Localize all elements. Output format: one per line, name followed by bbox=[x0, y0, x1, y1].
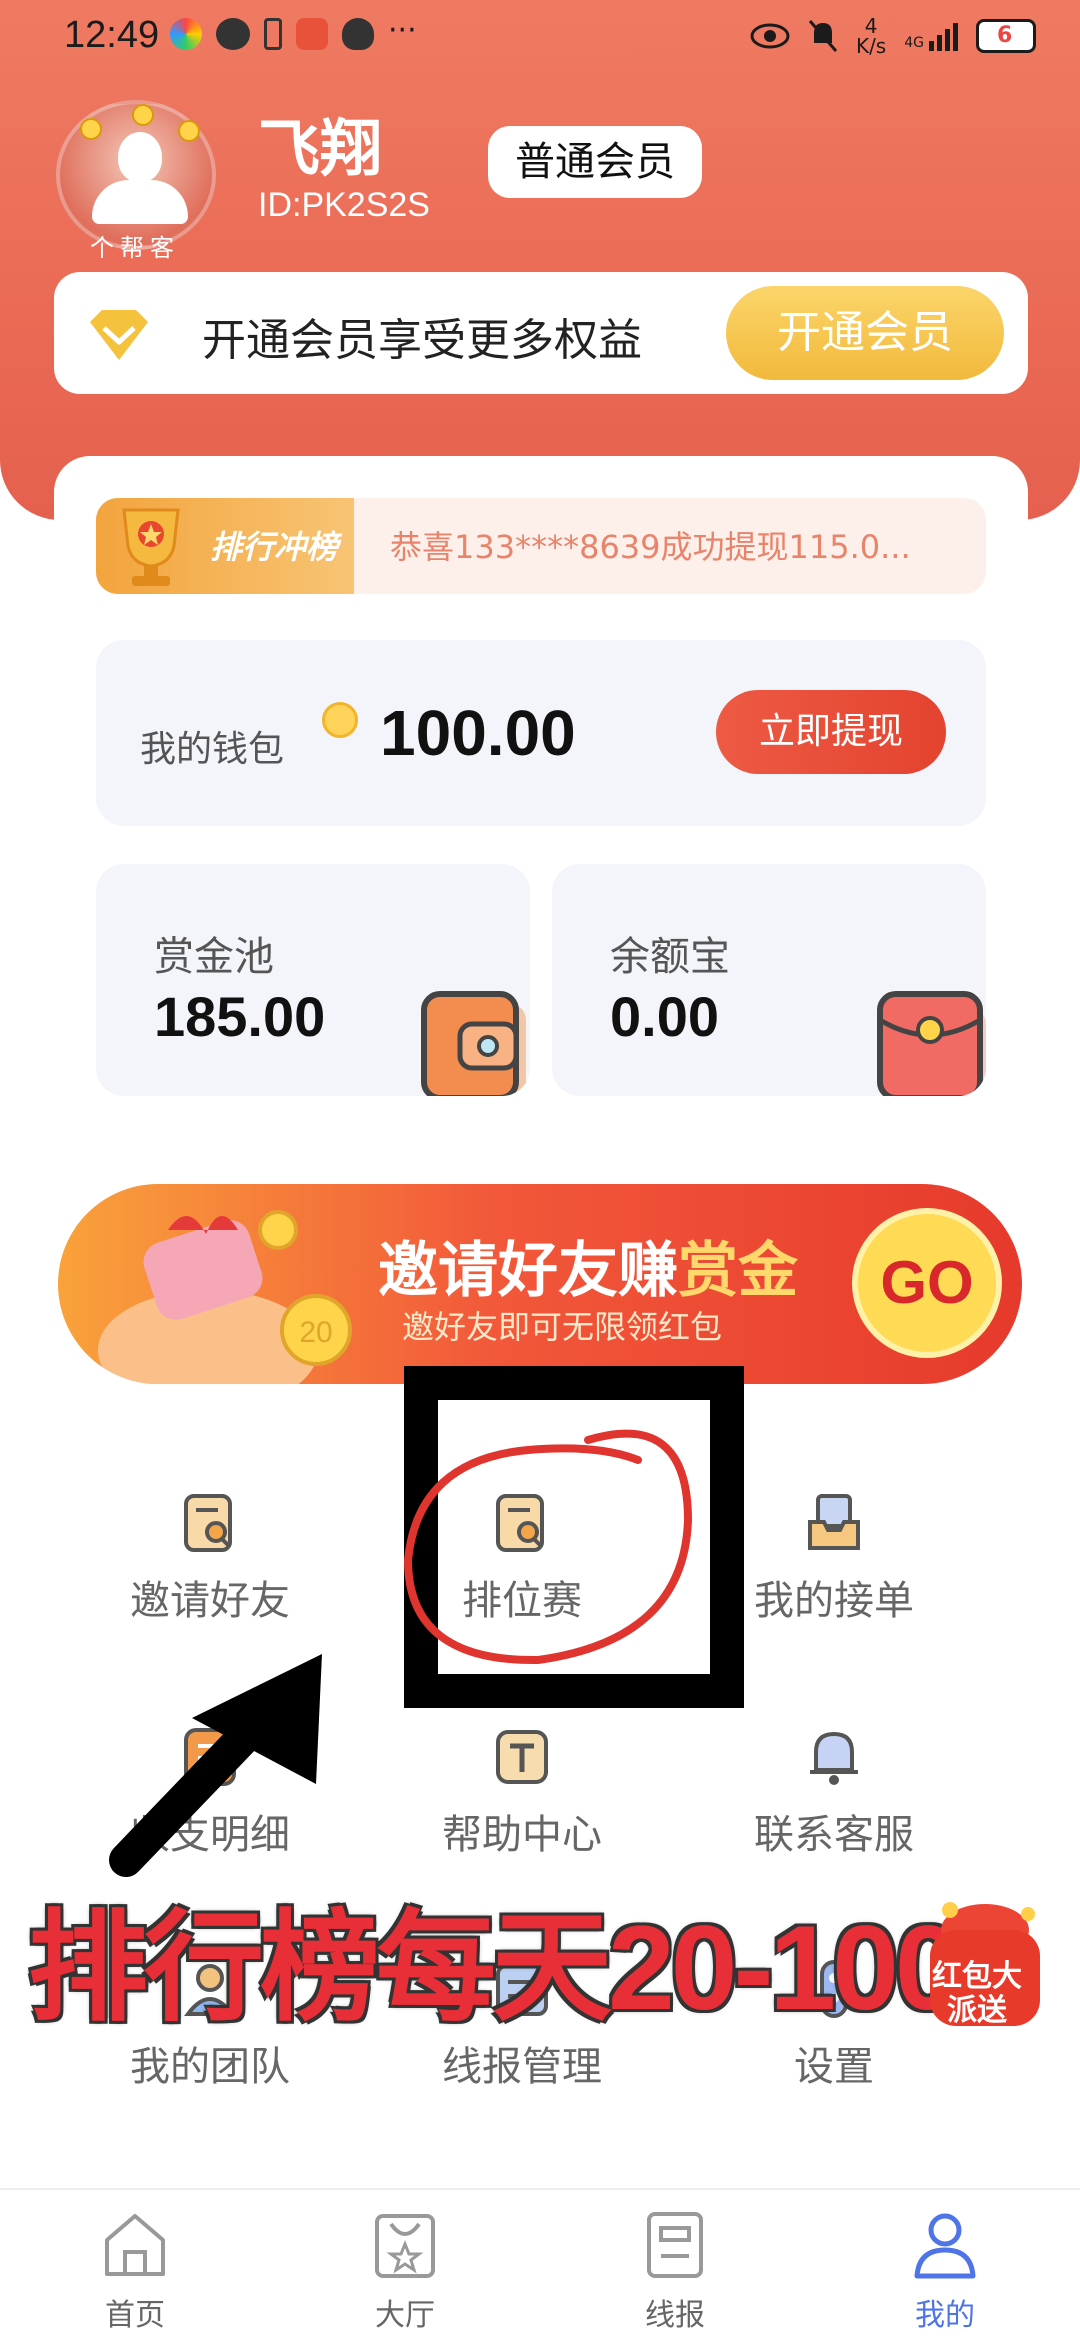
wallet-icon bbox=[421, 991, 526, 1096]
document-search-icon bbox=[184, 1494, 232, 1552]
app-root: 12:49 ··· 4 K/s 4G 6 个帮客 飞翔 ID:PK2S2S 普通… bbox=[0, 0, 1080, 2340]
diamond-icon bbox=[90, 310, 148, 360]
bottom-tab-bar: 首页 大厅 线报 我的 bbox=[0, 2188, 1080, 2340]
annotation-overlay-text: 排行榜每天20-100 bbox=[28, 1901, 962, 2035]
balance-treasure-value: 0.00 bbox=[610, 985, 719, 1048]
eye-icon bbox=[750, 23, 790, 49]
home-icon bbox=[105, 2214, 165, 2276]
net-speed: 4 K/s bbox=[856, 16, 886, 56]
balance-treasure-title: 余额宝 bbox=[610, 934, 730, 980]
grid-item-contact-service[interactable]: 联系客服 bbox=[684, 1726, 984, 1886]
coin-label: 20 bbox=[299, 1316, 332, 1349]
ranking-news-text: 恭喜133****8639成功提现115.0... bbox=[390, 528, 911, 566]
ranking-ticker[interactable]: 排行冲榜 恭喜133****8639成功提现115.0... bbox=[96, 498, 986, 594]
phone-icon bbox=[264, 18, 282, 50]
coin-icon bbox=[322, 702, 358, 738]
app-notification-icon bbox=[170, 18, 202, 50]
status-bar: 12:49 ··· 4 K/s 4G 6 bbox=[0, 0, 1080, 80]
bounty-pool-title: 赏金池 bbox=[154, 934, 274, 980]
inbox-icon bbox=[808, 1494, 860, 1550]
user-id: ID:PK2S2S bbox=[258, 186, 430, 224]
network-type: 4G bbox=[904, 35, 924, 51]
hall-icon bbox=[375, 2214, 435, 2278]
net-speed-value: 4 bbox=[864, 14, 878, 38]
tab-news[interactable]: 线报 bbox=[540, 2190, 810, 2340]
member-level-badge: 普通会员 bbox=[488, 126, 702, 198]
open-membership-button[interactable]: 开通会员 bbox=[726, 286, 1004, 380]
profile-icon bbox=[914, 2213, 976, 2279]
invite-friends-banner[interactable]: 20 邀请好友赚赏金 邀好友即可无限领红包 GO bbox=[58, 1184, 1022, 1384]
username: 飞翔 bbox=[258, 112, 383, 185]
balance-treasure-card[interactable]: 余额宝 0.00 bbox=[552, 864, 986, 1096]
go-label: GO bbox=[880, 1249, 974, 1316]
gift-box-icon: 20 bbox=[98, 1210, 352, 1384]
tab-label: 首页 bbox=[105, 2298, 165, 2333]
mute-bell-icon bbox=[808, 20, 838, 52]
tab-label: 线报 bbox=[645, 2298, 705, 2333]
bounty-pool-card[interactable]: 赏金池 185.00 bbox=[96, 864, 530, 1096]
tab-label: 我的 bbox=[915, 2298, 975, 2333]
battery-icon: 6 bbox=[976, 19, 1036, 53]
news-icon bbox=[647, 2212, 703, 2278]
invite-title-b: 赏金 bbox=[678, 1236, 798, 1306]
invite-subtitle: 邀好友即可无限领红包 bbox=[402, 1308, 723, 1346]
trophy-icon bbox=[122, 508, 180, 586]
wallet-card: 我的钱包 100.00 立即提现 bbox=[96, 640, 986, 826]
ranking-tag: 排行冲榜 bbox=[96, 498, 354, 594]
bell-icon bbox=[810, 1731, 858, 1785]
go-button[interactable]: GO bbox=[852, 1208, 1002, 1358]
app-badge-icon bbox=[296, 18, 328, 50]
wechat-icon bbox=[216, 18, 250, 50]
annotation-arrow bbox=[109, 1654, 322, 1877]
battery-level: 6 bbox=[997, 23, 1013, 48]
bounty-pool-value: 185.00 bbox=[154, 985, 326, 1048]
more-notifications-icon: ··· bbox=[388, 13, 417, 48]
tab-mine[interactable]: 我的 bbox=[810, 2190, 1080, 2340]
invite-title-a: 邀请好友赚 bbox=[378, 1236, 678, 1306]
red-envelope-icon bbox=[877, 991, 986, 1096]
invite-title: 邀请好友赚赏金 bbox=[378, 1222, 798, 1309]
avatar[interactable]: 个帮客 bbox=[56, 100, 216, 262]
help-t-icon bbox=[496, 1730, 548, 1784]
status-time: 12:49 bbox=[64, 14, 160, 56]
tab-home[interactable]: 首页 bbox=[0, 2190, 270, 2340]
net-speed-unit: K/s bbox=[855, 34, 887, 58]
annotation-circle bbox=[403, 1429, 693, 1665]
grid-item-help-center[interactable]: 帮助中心 bbox=[372, 1726, 672, 1886]
avatar-label: 个帮客 bbox=[90, 234, 180, 262]
ranking-tag-label: 排行冲榜 bbox=[210, 528, 339, 566]
wallet-amount: 100.00 bbox=[380, 697, 576, 769]
withdraw-button[interactable]: 立即提现 bbox=[716, 690, 946, 774]
status-right: 4 K/s 4G 6 bbox=[750, 16, 1036, 56]
signal-icon: 4G bbox=[904, 21, 958, 51]
grid-label: 帮助中心 bbox=[442, 1812, 602, 1858]
grid-label: 邀请好友 bbox=[130, 1578, 290, 1624]
qq-icon bbox=[342, 18, 374, 50]
wallet-label: 我的钱包 bbox=[140, 729, 285, 770]
tab-label: 大厅 bbox=[375, 2298, 435, 2333]
grid-label: 联系客服 bbox=[754, 1812, 914, 1858]
tab-hall[interactable]: 大厅 bbox=[270, 2190, 540, 2340]
red-envelope-promo-text: 红包大派送 bbox=[932, 1959, 1022, 2028]
vip-promo-text: 开通会员享受更多权益 bbox=[202, 315, 642, 366]
notification-icons: ··· bbox=[170, 13, 417, 50]
vip-promo-bar[interactable]: 开通会员享受更多权益 开通会员 bbox=[54, 272, 1028, 394]
